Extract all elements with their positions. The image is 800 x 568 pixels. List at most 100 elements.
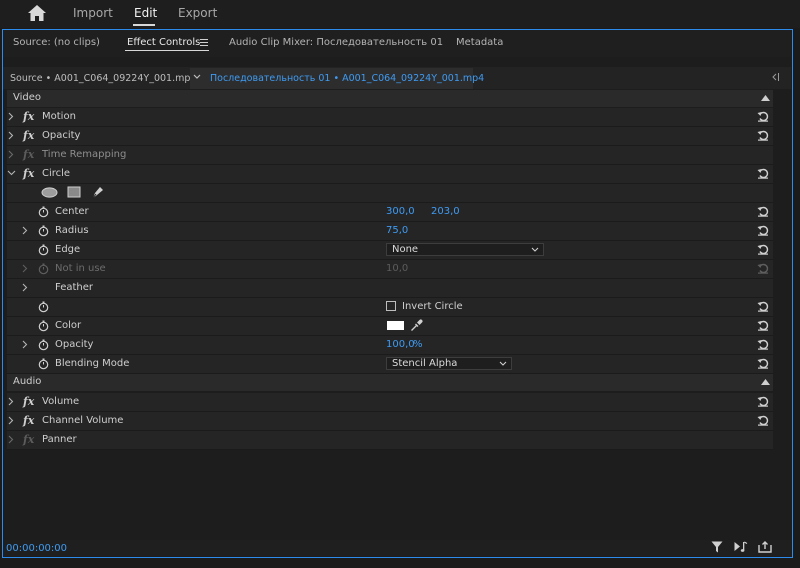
stopwatch-icon[interactable] (38, 339, 49, 351)
active-workspace-indicator (133, 24, 155, 26)
stopwatch-icon[interactable] (38, 320, 49, 332)
effect-row-panner[interactable]: fx Panner (7, 431, 773, 450)
collapse-up-icon[interactable] (761, 95, 770, 101)
workspace-edit[interactable]: Edit (134, 6, 157, 20)
playhead-timecode[interactable]: 00:00:00:00 (6, 543, 67, 554)
param-label: Color (55, 320, 82, 331)
effect-row-channel-volume[interactable]: fx Channel Volume (7, 412, 773, 431)
home-icon[interactable] (27, 4, 47, 22)
fx-badge-icon: fx (23, 433, 35, 446)
play-audio-icon[interactable] (734, 541, 748, 553)
tab-metadata[interactable]: Metadata (456, 37, 503, 48)
opacity-value[interactable]: 100,0 (386, 339, 415, 350)
fx-badge-icon[interactable]: fx (23, 110, 34, 123)
reset-parameter-icon[interactable] (757, 206, 769, 217)
effect-row-motion[interactable]: fx Motion (7, 108, 773, 127)
color-swatch[interactable] (387, 321, 404, 330)
reset-parameter-icon[interactable] (757, 358, 769, 369)
reset-parameter-icon[interactable] (757, 130, 769, 141)
reset-parameter-icon[interactable] (757, 320, 769, 331)
param-label: Opacity (55, 339, 94, 350)
param-row-color[interactable]: Color (7, 317, 773, 336)
param-row-blending-mode[interactable]: Blending Mode Stencil Alpha (7, 355, 773, 374)
edge-dropdown[interactable]: None (386, 243, 544, 256)
invert-circle-label[interactable]: Invert Circle (402, 301, 463, 312)
effect-name: Circle (42, 168, 71, 179)
param-label: Not in use (55, 263, 106, 274)
export-frame-icon[interactable] (758, 541, 772, 553)
invert-circle-checkbox[interactable] (386, 301, 396, 311)
collapse-up-icon[interactable] (761, 379, 770, 385)
chevron-right-icon[interactable] (8, 131, 14, 140)
chevron-down-icon[interactable] (193, 74, 201, 80)
param-label: Feather (55, 282, 94, 293)
reset-parameter-icon[interactable] (757, 339, 769, 350)
chevron-right-icon[interactable] (22, 340, 28, 349)
hamburger-menu-icon[interactable] (200, 39, 208, 46)
sequence-clip-label[interactable]: Последовательность 01 • A001_C064_09224Y… (210, 73, 484, 84)
fx-badge-icon[interactable]: fx (23, 395, 34, 408)
reset-parameter-icon[interactable] (757, 396, 769, 407)
param-row-feather[interactable]: Feather (7, 279, 773, 298)
chevron-right-icon[interactable] (8, 416, 14, 425)
center-x-value[interactable]: 300,0 (386, 206, 415, 217)
chevron-right-icon[interactable] (8, 435, 14, 444)
param-label: Edge (55, 244, 81, 255)
chevron-right-icon[interactable] (8, 397, 14, 406)
reset-parameter-icon[interactable] (757, 301, 769, 312)
video-section-label: Video (13, 92, 42, 103)
fx-badge-icon[interactable]: fx (23, 129, 34, 142)
ellipse-mask-icon[interactable] (41, 187, 58, 198)
effect-row-time-remapping[interactable]: fx Time Remapping (7, 146, 773, 165)
workspace-export[interactable]: Export (178, 6, 217, 20)
reset-parameter-icon[interactable] (757, 111, 769, 122)
chevron-right-icon[interactable] (8, 150, 14, 159)
reset-parameter-icon[interactable] (757, 168, 769, 179)
tab-effect-controls[interactable]: Effect Controls (127, 37, 200, 48)
effect-row-circle[interactable]: fx Circle (7, 165, 773, 184)
stopwatch-icon[interactable] (38, 301, 49, 313)
tab-source[interactable]: Source: (no clips) (13, 37, 100, 48)
stopwatch-icon[interactable] (38, 225, 49, 237)
chevron-down-icon[interactable] (7, 170, 16, 176)
reset-parameter-icon[interactable] (757, 244, 769, 255)
stopwatch-icon[interactable] (38, 206, 49, 218)
param-row-circle-opacity[interactable]: Opacity 100,0 % (7, 336, 773, 355)
param-row-radius[interactable]: Radius 75,0 (7, 222, 773, 241)
center-y-value[interactable]: 203,0 (431, 206, 460, 217)
not-in-use-value: 10,0 (386, 263, 409, 274)
chevron-right-icon (22, 264, 28, 273)
chevron-right-icon[interactable] (22, 226, 28, 235)
stopwatch-icon[interactable] (38, 244, 49, 256)
rectangle-mask-icon[interactable] (67, 186, 81, 198)
param-row-edge[interactable]: Edge None (7, 241, 773, 260)
audio-section-header[interactable]: Audio (7, 374, 773, 391)
stopwatch-icon[interactable] (38, 358, 49, 370)
chevron-right-icon[interactable] (8, 112, 14, 121)
param-row-center[interactable]: Center 300,0 203,0 (7, 203, 773, 222)
fx-badge-icon[interactable]: fx (23, 167, 34, 180)
effect-row-volume[interactable]: fx Volume (7, 393, 773, 412)
panel-footer (3, 540, 791, 556)
panel-collapse-icon[interactable] (772, 72, 780, 82)
reset-parameter-icon[interactable] (757, 225, 769, 236)
fx-badge-icon[interactable]: fx (23, 414, 34, 427)
workspace-import[interactable]: Import (73, 6, 113, 20)
chevron-right-icon[interactable] (22, 283, 28, 292)
filter-icon[interactable] (711, 541, 723, 553)
effect-name: Panner (42, 434, 77, 445)
video-section-header[interactable]: Video (7, 90, 773, 107)
pen-mask-icon[interactable] (91, 185, 105, 199)
reset-parameter-icon[interactable] (757, 415, 769, 426)
source-clip-label[interactable]: Source • A001_C064_09224Y_001.mp4 (10, 73, 196, 84)
tab-audio-clip-mixer[interactable]: Audio Clip Mixer: Последовательность 01 (229, 37, 443, 48)
param-label: Radius (55, 225, 89, 236)
param-label: Blending Mode (55, 358, 130, 369)
eyedropper-icon[interactable] (410, 319, 423, 332)
effect-name: Motion (42, 111, 76, 122)
radius-value[interactable]: 75,0 (386, 225, 408, 236)
param-label: Center (55, 206, 89, 217)
blending-mode-dropdown[interactable]: Stencil Alpha (386, 357, 512, 370)
effect-row-opacity[interactable]: fx Opacity (7, 127, 773, 146)
param-row-invert[interactable]: Invert Circle (7, 298, 773, 317)
